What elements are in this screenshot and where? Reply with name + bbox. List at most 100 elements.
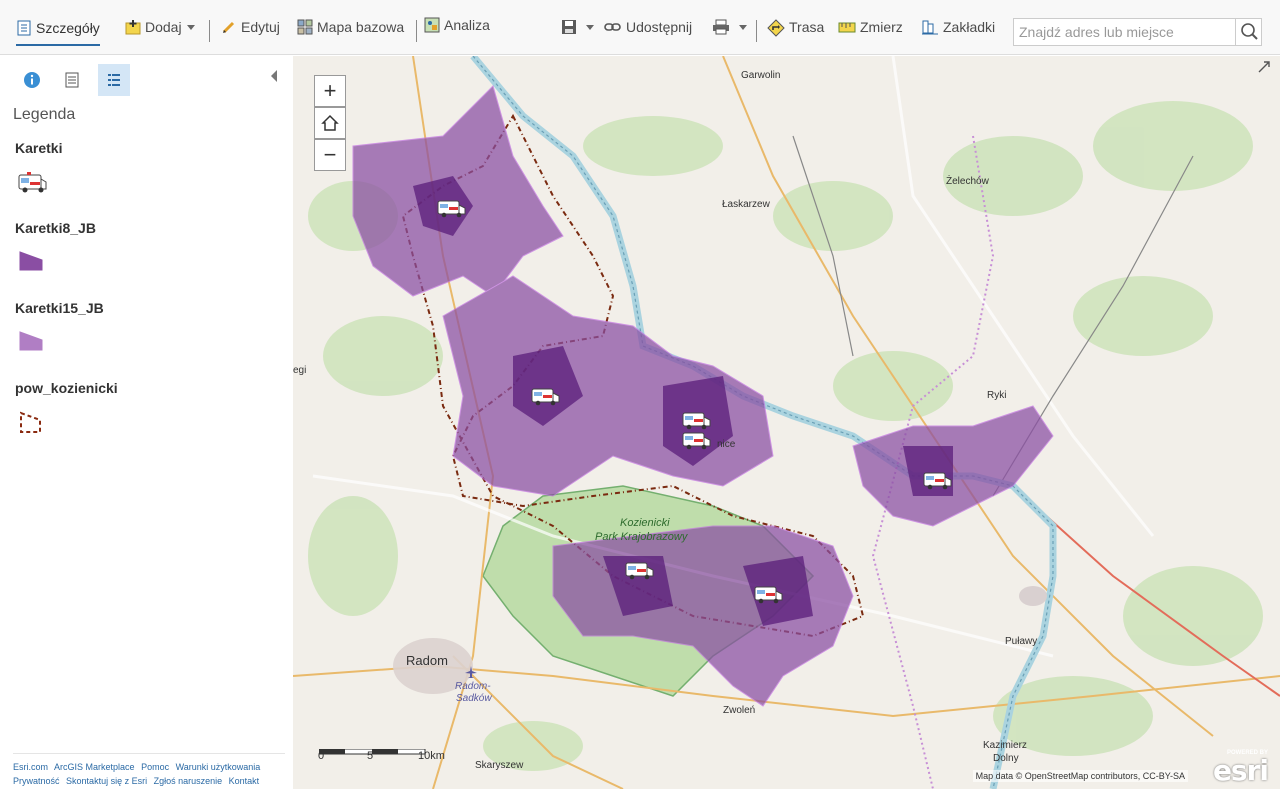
collapse-panel-icon[interactable] bbox=[271, 70, 277, 82]
link-chain-icon bbox=[604, 19, 622, 35]
map-attribution: Map data © OpenStreetMap contributors, C… bbox=[972, 770, 1188, 782]
scale-bar-graphic bbox=[318, 748, 426, 755]
home-icon bbox=[321, 114, 339, 131]
polygon-symbol-icon bbox=[18, 330, 44, 359]
bookmarks-label: Zakładki bbox=[943, 19, 996, 35]
place-label: Łaskarzew bbox=[722, 199, 770, 210]
pencil-icon bbox=[221, 19, 237, 35]
add-button[interactable]: Dodaj bbox=[125, 14, 195, 40]
share-label: Udostępnij bbox=[626, 19, 693, 35]
printer-icon bbox=[712, 19, 730, 35]
legend-layer-karetki8: Karetki8_JB bbox=[15, 220, 96, 236]
ambulance-icon bbox=[18, 169, 48, 200]
measure-label: Zmierz bbox=[860, 19, 903, 35]
analysis-label: Analiza bbox=[444, 17, 490, 33]
ambulance-marker-icon[interactable] bbox=[923, 468, 953, 492]
add-label: Dodaj bbox=[145, 19, 182, 35]
place-label: Puławy bbox=[1005, 636, 1038, 647]
toolbar-divider bbox=[209, 20, 210, 42]
print-button[interactable] bbox=[712, 14, 747, 40]
route-button[interactable]: Trasa bbox=[767, 14, 824, 40]
tab-about[interactable] bbox=[16, 64, 48, 96]
place-label: Zwoleń bbox=[723, 705, 756, 716]
scale-label: 0 bbox=[318, 750, 325, 762]
expand-icon[interactable] bbox=[1257, 60, 1271, 74]
home-button[interactable] bbox=[314, 107, 346, 139]
basemap-layer bbox=[293, 56, 1280, 789]
legend-title: Legenda bbox=[13, 106, 76, 123]
ambulance-marker-icon[interactable] bbox=[531, 384, 561, 408]
place-label: Garwolin bbox=[741, 70, 781, 81]
place-label: nice bbox=[717, 439, 736, 450]
place-label: Kazimierz bbox=[983, 740, 1027, 751]
tab-content[interactable] bbox=[56, 64, 88, 96]
ambulance-marker-icon[interactable] bbox=[754, 582, 784, 606]
sidebar: Legenda Karetki Karetki8_JB Karetki15_JB… bbox=[6, 56, 288, 789]
share-button[interactable]: Udostępnij bbox=[604, 14, 692, 40]
footer-link[interactable]: Warunki użytkowania bbox=[176, 762, 261, 772]
basemap-grid-icon bbox=[297, 19, 313, 35]
search-input[interactable] bbox=[1014, 19, 1236, 45]
info-icon bbox=[24, 72, 40, 88]
measure-button[interactable]: Zmierz bbox=[838, 14, 903, 40]
footer-link[interactable]: Skontaktuj się z Esri bbox=[66, 776, 147, 786]
place-label: egi bbox=[293, 365, 307, 376]
sidebar-footer: Esri.com ArcGIS Marketplace Pomoc Warunk… bbox=[13, 753, 285, 788]
place-label: Skaryszew bbox=[475, 760, 524, 771]
details-label: Szczegóły bbox=[36, 20, 100, 36]
search-box bbox=[1013, 18, 1262, 46]
boundary-symbol-icon bbox=[18, 410, 44, 441]
basemap-label: Mapa bazowa bbox=[317, 19, 405, 35]
bookmark-icon bbox=[921, 19, 939, 35]
bookmarks-button[interactable]: Zakładki bbox=[921, 14, 995, 40]
place-label: Park Krajobrazowy bbox=[595, 531, 688, 543]
legend-layer-karetki15: Karetki15_JB bbox=[15, 300, 104, 316]
basemap-button[interactable]: Mapa bazowa bbox=[297, 14, 404, 40]
esri-logo[interactable]: POWERED BY esri bbox=[1208, 750, 1269, 787]
chevron-down-icon bbox=[586, 24, 594, 30]
directions-icon bbox=[767, 19, 785, 37]
map-view[interactable]: + − Garwolin Łaskarzew Żelechów Ryki Koz… bbox=[293, 56, 1280, 789]
footer-link[interactable]: Kontakt bbox=[229, 776, 260, 786]
footer-link[interactable]: Zgłoś naruszenie bbox=[154, 776, 223, 786]
place-label: Dolny bbox=[993, 753, 1019, 764]
legend-layer-karetki: Karetki bbox=[15, 140, 63, 156]
polygon-symbol-icon bbox=[18, 250, 44, 279]
place-label: Radom bbox=[406, 653, 448, 668]
ambulance-marker-icon[interactable] bbox=[437, 196, 467, 220]
zoom-in-button[interactable]: + bbox=[314, 75, 346, 107]
scale-label: 10km bbox=[418, 750, 445, 762]
place-label: Sadków bbox=[456, 693, 492, 704]
ambulance-marker-icon[interactable] bbox=[625, 558, 655, 582]
footer-link[interactable]: Prywatność bbox=[13, 776, 60, 786]
scale-label: 5 bbox=[367, 750, 374, 762]
legend-layer-pow-kozienicki: pow_kozienicki bbox=[15, 380, 118, 396]
zoom-out-button[interactable]: − bbox=[314, 139, 346, 171]
toolbar-divider bbox=[416, 20, 417, 42]
chevron-down-icon bbox=[739, 24, 747, 30]
footer-link[interactable]: Esri.com bbox=[13, 762, 48, 772]
edit-button[interactable]: Edytuj bbox=[221, 14, 280, 40]
place-label: Kozienicki bbox=[620, 517, 670, 529]
save-disk-icon bbox=[561, 19, 577, 35]
edit-label: Edytuj bbox=[241, 19, 280, 35]
ambulance-marker-icon[interactable] bbox=[682, 428, 712, 452]
tab-legend[interactable] bbox=[98, 64, 130, 96]
search-button[interactable] bbox=[1235, 19, 1261, 45]
details-icon bbox=[16, 20, 32, 36]
save-button[interactable] bbox=[561, 14, 594, 40]
search-icon bbox=[1241, 23, 1258, 40]
place-label: Żelechów bbox=[946, 176, 989, 187]
footer-link[interactable]: ArcGIS Marketplace bbox=[54, 762, 135, 772]
toolbar-divider bbox=[756, 20, 757, 42]
content-list-icon bbox=[65, 72, 79, 88]
details-button[interactable]: Szczegóły bbox=[16, 14, 100, 46]
app-window: Szczegóły Dodaj Edytuj Mapa bazowa Anali… bbox=[0, 0, 1280, 789]
scale-bar: 0 5 10km bbox=[318, 744, 445, 762]
analysis-button[interactable]: Analiza bbox=[424, 12, 490, 38]
toolbar: Szczegóły Dodaj Edytuj Mapa bazowa Anali… bbox=[0, 0, 1280, 55]
place-label: Radom- bbox=[455, 681, 491, 692]
analysis-icon bbox=[424, 17, 440, 33]
ruler-icon bbox=[838, 19, 856, 35]
footer-link[interactable]: Pomoc bbox=[141, 762, 169, 772]
